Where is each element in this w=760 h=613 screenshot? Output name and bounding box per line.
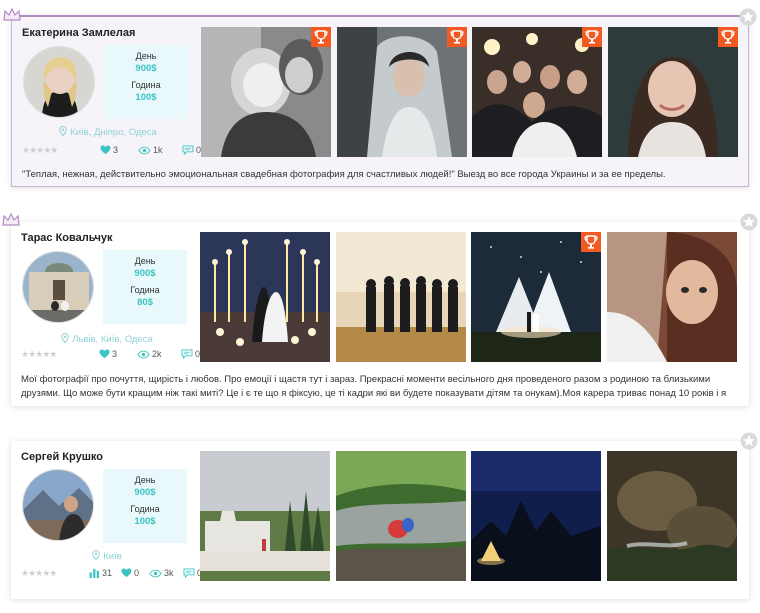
rating-stars: ★★★★★ <box>21 568 57 578</box>
views-stat: 3k <box>149 568 174 578</box>
price-hour-label: Година <box>130 285 160 295</box>
trophy-icon <box>718 27 738 47</box>
price-hour-label: Година <box>130 504 160 514</box>
likes-count: 3 <box>112 349 118 359</box>
portfolio-photo[interactable] <box>200 232 330 362</box>
photographer-name[interactable]: Сергей Крушко <box>21 451 103 463</box>
description: Мої фотографії про почуття, щирість і лю… <box>21 374 727 399</box>
trophy-icon <box>311 27 331 47</box>
portfolio-photo[interactable] <box>607 451 737 581</box>
comment-icon <box>182 145 194 155</box>
photographer-name[interactable]: Тарас Ковальчук <box>21 232 113 244</box>
price-box: День 900$ Година 80$ <box>103 250 187 324</box>
trophy-icon <box>581 232 601 252</box>
photographer-card[interactable]: Сергей Крушко День 900$ Година 100$ Київ… <box>11 441 749 599</box>
portfolio-photo[interactable] <box>471 451 601 581</box>
stats-row: ★★★★★ 31 0 3k 0 <box>21 568 202 580</box>
views-stat: 1k <box>138 145 163 155</box>
eye-icon <box>137 350 150 359</box>
rating-stat: 31 <box>89 568 112 578</box>
portfolio-photo[interactable] <box>337 27 467 157</box>
portfolio-photo[interactable] <box>201 27 331 157</box>
portfolio-photo[interactable] <box>607 232 737 362</box>
portfolio-photo[interactable] <box>471 232 601 362</box>
comment-icon <box>181 349 193 359</box>
likes-stat: 3 <box>100 145 118 155</box>
photographer-card[interactable]: Тарас Ковальчук День 900$ Година 80$ Льв… <box>11 222 749 406</box>
pin-icon <box>61 333 69 343</box>
price-hour-label: Година <box>131 80 161 90</box>
avatar[interactable] <box>22 469 94 541</box>
pin-icon <box>59 126 67 136</box>
likes-stat: 3 <box>99 349 117 359</box>
views-count: 3k <box>164 568 174 578</box>
portfolio-photo[interactable] <box>336 232 466 362</box>
price-day-label: День <box>134 256 156 266</box>
portfolio-photo[interactable] <box>336 451 466 581</box>
views-stat: 2k <box>137 349 162 359</box>
trophy-icon <box>582 27 602 47</box>
avatar[interactable] <box>22 251 94 323</box>
rating-stars: ★★★★★ <box>22 145 58 155</box>
location: Київ <box>11 550 203 562</box>
eye-icon <box>138 146 151 155</box>
photographer-card[interactable]: Екатерина Замлелая День 900$ Година 100$… <box>11 15 749 187</box>
pin-icon <box>92 550 100 560</box>
award-badge <box>447 27 467 47</box>
price-day-label: День <box>135 51 157 61</box>
price-day: 900$ <box>135 63 157 74</box>
avatar[interactable] <box>23 46 95 118</box>
location-text: Київ <box>103 551 122 562</box>
price-box: День 900$ Година 100$ <box>104 45 188 119</box>
rating-stars: ★★★★★ <box>21 349 57 359</box>
heart-icon <box>99 349 110 359</box>
award-badge <box>581 232 601 252</box>
award-badge <box>582 27 602 47</box>
crown-icon <box>2 213 20 227</box>
price-hour: 100$ <box>134 516 156 527</box>
bar-chart-icon <box>89 568 100 578</box>
award-badge <box>311 27 331 47</box>
views-count: 1k <box>153 145 163 155</box>
likes-count: 3 <box>113 145 119 155</box>
description: "Теплая, нежная, действительно эмоционал… <box>22 169 666 180</box>
comments-stat: 0 <box>182 145 201 155</box>
photographer-name[interactable]: Екатерина Замлелая <box>22 27 135 39</box>
views-count: 2k <box>152 349 162 359</box>
heart-icon <box>121 568 132 578</box>
award-badge <box>718 27 738 47</box>
portfolio-photo[interactable] <box>472 27 602 157</box>
comments-stat: 0 <box>181 349 200 359</box>
rating-count: 31 <box>102 568 113 578</box>
star-icon[interactable] <box>739 8 757 26</box>
likes-stat: 0 <box>121 568 139 578</box>
price-hour: 100$ <box>135 92 157 103</box>
price-day-label: День <box>134 475 156 485</box>
trophy-icon <box>447 27 467 47</box>
location: Київ, Дніпро, Одеса <box>12 126 204 138</box>
price-box: День 900$ Година 100$ <box>103 469 187 543</box>
eye-icon <box>149 569 162 578</box>
comment-icon <box>183 568 195 578</box>
crown-icon <box>3 8 21 22</box>
heart-icon <box>100 145 111 155</box>
star-icon[interactable] <box>740 213 758 231</box>
location-text: Київ, Дніпро, Одеса <box>70 127 157 138</box>
location-text: Львів, Київ, Одеса <box>72 334 153 345</box>
price-day: 900$ <box>134 487 156 498</box>
location: Львів, Київ, Одеса <box>11 333 203 345</box>
stats-row: ★★★★★ 3 2k 0 <box>21 349 201 361</box>
star-icon[interactable] <box>740 432 758 450</box>
portfolio-photo[interactable] <box>200 451 330 581</box>
likes-count: 0 <box>134 568 140 578</box>
portfolio-photo[interactable] <box>608 27 738 157</box>
price-hour: 80$ <box>137 297 153 308</box>
stats-row: ★★★★★ 3 1k 0 <box>22 145 202 157</box>
price-day: 900$ <box>134 268 156 279</box>
